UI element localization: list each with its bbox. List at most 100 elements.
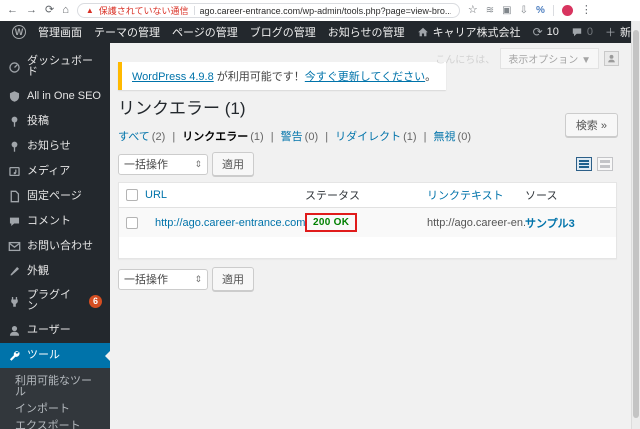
- list-view-icon[interactable]: [576, 157, 592, 172]
- extension-2-icon[interactable]: ▣: [502, 5, 511, 16]
- url-divider: [193, 6, 195, 15]
- row-checkbox[interactable]: [126, 216, 138, 229]
- excerpt-view-icon[interactable]: [597, 157, 613, 172]
- sidebar-item-posts[interactable]: 投稿: [0, 109, 110, 134]
- column-header-url[interactable]: URL: [145, 189, 305, 201]
- sidebar-label: ダッシュボード: [27, 55, 93, 78]
- site-name: キャリア株式会社: [432, 27, 521, 39]
- table-header-row: URL ステータス リンクテキスト ソース: [119, 183, 616, 209]
- filter-link-errors[interactable]: リンクエラー (1): [182, 131, 263, 143]
- brush-icon: [10, 266, 20, 276]
- wordpress-version-link[interactable]: WordPress 4.9.8: [132, 71, 214, 83]
- plugins-update-badge: 6: [89, 294, 102, 308]
- sidebar-item-plugins[interactable]: プラグイン 6: [0, 284, 110, 318]
- view-mode-toggles: [576, 157, 613, 172]
- user-icon: [9, 325, 20, 336]
- table-empty-space: [119, 237, 616, 259]
- wordpress-logo-icon[interactable]: W: [6, 25, 32, 39]
- filter-separator: |: [325, 131, 329, 144]
- updates-count: 10: [546, 26, 559, 38]
- sidebar-item-dashboard[interactable]: ダッシュボード: [0, 50, 110, 84]
- filter-ignored[interactable]: 無視 (0): [434, 131, 471, 143]
- tools-submenu: 利用可能なツール インポート エクスポート SEO データインポート リンクエラ…: [0, 368, 110, 429]
- submenu-item-import[interactable]: インポート: [0, 401, 110, 418]
- sidebar-label: メディア: [27, 165, 71, 177]
- sidebar-label: 投稿: [27, 115, 49, 127]
- scrollbar-thumb[interactable]: [633, 30, 639, 418]
- row-source-link[interactable]: サンプル3: [525, 215, 616, 231]
- apply-button[interactable]: 適用: [212, 152, 254, 177]
- page-title: リンクエラー (1): [118, 99, 246, 118]
- updates-icon: ⟳: [532, 25, 543, 39]
- browser-menu-icon[interactable]: ⋮: [581, 5, 592, 16]
- filter-redirects[interactable]: リダイレクト (1): [335, 131, 416, 143]
- plugin-icon: [11, 296, 18, 307]
- address-bar[interactable]: ▲ 保護されていない通信 ago.career-entrance.com/wp-…: [76, 3, 460, 18]
- admin-bar-updates[interactable]: ⟳ 10: [527, 26, 565, 38]
- browser-forward-icon[interactable]: →: [26, 5, 37, 16]
- extension-badge-icon[interactable]: [561, 5, 573, 16]
- screen-options-button[interactable]: 表示オプション ▼: [500, 48, 599, 69]
- update-now-link[interactable]: 今すぐ更新してください: [305, 71, 425, 83]
- extensions-area: ≋ ▣ ⇩ % ⋮: [486, 5, 592, 16]
- admin-bar-item-themes[interactable]: テーマの管理: [88, 24, 166, 40]
- download-extension-icon[interactable]: ⇩: [520, 5, 528, 16]
- link-errors-table: URL ステータス リンクテキスト ソース http://ago.career-…: [118, 182, 617, 260]
- user-avatar[interactable]: [604, 51, 619, 66]
- sidebar-item-contact[interactable]: お問い合わせ: [0, 234, 110, 259]
- bulk-action-select-bottom[interactable]: 一括操作 ⇕: [118, 268, 208, 290]
- admin-bar-item-blog[interactable]: ブログの管理: [244, 24, 322, 40]
- submenu-item-export[interactable]: エクスポート: [0, 418, 110, 429]
- admin-bar-item-dashboard[interactable]: 管理画面: [32, 24, 88, 40]
- sidebar-label: All in One SEO: [27, 90, 101, 102]
- sidebar-item-media[interactable]: メディア: [0, 159, 110, 184]
- filter-warnings[interactable]: 警告 (0): [281, 131, 318, 143]
- sidebar-label: お知らせ: [27, 140, 71, 152]
- dashboard-gauge-icon: [9, 61, 20, 73]
- security-warning-icon[interactable]: ▲: [86, 6, 94, 15]
- wp-admin-bar: W 管理画面 テーマの管理 ページの管理 ブログの管理 お知らせの管理 キャリア…: [0, 21, 640, 43]
- comments-icon: [572, 28, 582, 37]
- submenu-item-available-tools[interactable]: 利用可能なツール: [0, 373, 110, 401]
- admin-bar-item-pages[interactable]: ページの管理: [166, 24, 244, 40]
- sidebar-item-users[interactable]: ユーザー: [0, 318, 110, 343]
- home-icon: [417, 27, 428, 37]
- admin-sidebar: ダッシュボード All in One SEO 投稿 お知らせ メディア 固定ペー…: [0, 43, 110, 429]
- browser-back-icon[interactable]: ←: [7, 5, 18, 16]
- column-header-source: ソース: [525, 190, 558, 203]
- apply-button-bottom[interactable]: 適用: [212, 267, 254, 292]
- browser-reload-icon[interactable]: ⟳: [45, 5, 54, 16]
- sidebar-item-pages[interactable]: 固定ページ: [0, 184, 110, 209]
- security-warning-text: 保護されていない通信: [98, 6, 189, 16]
- sidebar-item-appearance[interactable]: 外観: [0, 259, 110, 284]
- sidebar-item-comments[interactable]: コメント: [0, 209, 110, 234]
- notice-period: 。: [425, 71, 437, 83]
- column-header-status: ステータス: [305, 190, 360, 203]
- sidebar-item-all-in-one-seo[interactable]: All in One SEO: [0, 84, 110, 109]
- sidebar-item-news[interactable]: お知らせ: [0, 134, 110, 159]
- link-extension-icon[interactable]: %: [536, 5, 545, 16]
- search-button[interactable]: 検索 »: [564, 113, 618, 137]
- admin-bar-site-link[interactable]: キャリア株式会社: [411, 24, 527, 40]
- admin-bar-item-news[interactable]: お知らせの管理: [322, 24, 411, 40]
- update-nag-notice: WordPress 4.9.8 が利用可能です！今すぐ更新してください。: [118, 62, 447, 90]
- browser-toolbar: ← → ⟳ ⌂ ▲ 保護されていない通信 ago.career-entrance…: [0, 0, 640, 21]
- main-content: こんにちは、 表示オプション ▼ WordPress 4.9.8 が利用可能です…: [110, 43, 631, 429]
- extension-1-icon[interactable]: ≋: [486, 5, 494, 16]
- bookmark-star-icon[interactable]: ☆: [468, 5, 478, 16]
- page-icon: [10, 190, 20, 203]
- browser-home-icon[interactable]: ⌂: [62, 5, 69, 16]
- page-url: ago.career-entrance.com/wp-admin/tools.p…: [199, 5, 451, 16]
- sidebar-item-tools[interactable]: ツール: [0, 343, 110, 368]
- status-filter-links: すべて (2) | リンクエラー (1) | 警告 (0) | リダイレクト (1) |…: [118, 128, 617, 144]
- filter-all[interactable]: すべて (2): [118, 131, 165, 143]
- admin-bar-comments[interactable]: 0: [565, 26, 599, 38]
- plus-icon: ＋: [605, 27, 616, 39]
- column-header-link-text[interactable]: リンクテキスト: [427, 187, 525, 203]
- select-all-checkbox[interactable]: [126, 189, 138, 202]
- screenshot-root: ← → ⟳ ⌂ ▲ 保護されていない通信 ago.career-entrance…: [0, 0, 640, 429]
- comments-count: 0: [586, 26, 593, 38]
- row-url-link[interactable]: http://ago.career-entrance.com/20...: [145, 217, 305, 229]
- bulk-action-select[interactable]: 一括操作 ⇕: [118, 153, 208, 175]
- sidebar-label: お問い合わせ: [27, 240, 93, 252]
